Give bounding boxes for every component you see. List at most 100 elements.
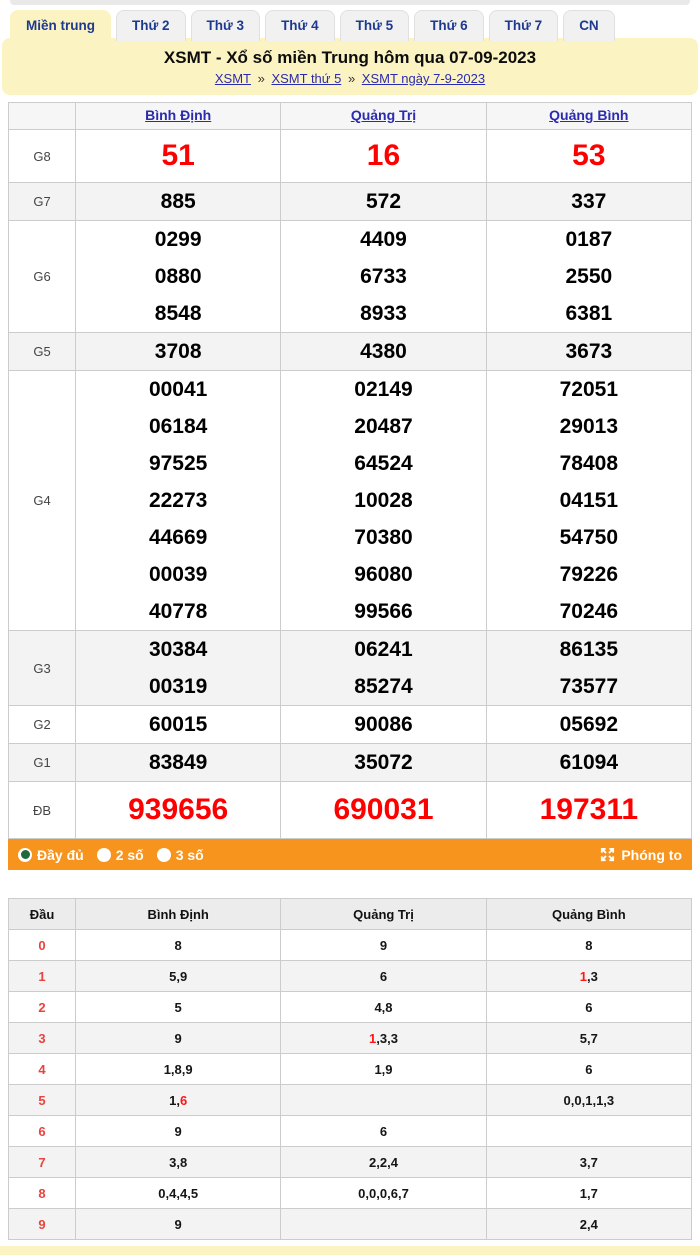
- prize-number: 3708: [76, 333, 280, 370]
- page-title: XSMT - Xổ số miền Trung hôm qua 07-09-20…: [2, 48, 698, 68]
- tail-head: 6: [9, 1116, 76, 1147]
- breadcrumb: XSMT » XSMT thứ 5 » XSMT ngày 7-9-2023: [2, 71, 698, 86]
- tab-thu-3[interactable]: Thứ 3: [191, 10, 261, 41]
- prize-row-g7: G7885572337: [9, 183, 692, 221]
- prize-number: 00041: [76, 371, 280, 408]
- tab-thu-7[interactable]: Thứ 7: [489, 10, 559, 41]
- breadcrumb-link[interactable]: XSMT thứ 5: [271, 71, 341, 86]
- prize-number: 690031: [281, 782, 485, 838]
- prize-number: 2550: [487, 258, 691, 295]
- tail-cell: 9: [76, 1023, 281, 1054]
- tab-thu-4[interactable]: Thứ 4: [265, 10, 335, 41]
- breadcrumb-link[interactable]: XSMT ngày 7-9-2023: [362, 71, 485, 86]
- prize-cell: 02149204876452410028703809608099566: [281, 371, 486, 631]
- prize-cell: 337: [486, 183, 691, 221]
- display-mode-3-so[interactable]: 3 số: [157, 847, 204, 863]
- header-banner: XSMT - Xổ số miền Trung hôm qua 07-09-20…: [2, 38, 698, 95]
- tails-table: ĐầuBình ĐịnhQuảng TrịQuảng Bình 089815,9…: [8, 898, 692, 1240]
- prize-cell: 90086: [281, 706, 486, 744]
- display-mode-group: Đầy đủ 2 số 3 số: [18, 847, 204, 863]
- tab-bar: Miền trungThứ 2Thứ 3Thứ 4Thứ 5Thứ 6Thứ 7…: [0, 5, 700, 41]
- tails-column-header: Đầu: [9, 899, 76, 930]
- prize-number: 60015: [76, 706, 280, 743]
- breadcrumb-link[interactable]: XSMT: [215, 71, 251, 86]
- prize-number: 78408: [487, 445, 691, 482]
- prize-cell: 53: [486, 130, 691, 183]
- tail-cell: 5: [76, 992, 281, 1023]
- prize-row-g2: G2600159008605692: [9, 706, 692, 744]
- prize-number: 30384: [76, 631, 280, 668]
- province-header-cell: Quảng Bình: [486, 103, 691, 130]
- tab-mien-trung[interactable]: Miền trung: [10, 10, 111, 41]
- tail-cell: 8: [76, 930, 281, 961]
- tail-cell: 6: [281, 1116, 486, 1147]
- display-mode-day-du[interactable]: Đầy đủ: [18, 847, 84, 863]
- breadcrumb-separator: »: [254, 71, 268, 86]
- tail-cell: 6: [486, 1054, 691, 1085]
- prize-cell: 83849: [76, 744, 281, 782]
- tab-cn[interactable]: CN: [563, 10, 615, 41]
- prize-cell: 3708: [76, 333, 281, 371]
- prize-number: 83849: [76, 744, 280, 781]
- prize-cell: 60015: [76, 706, 281, 744]
- prize-number: 572: [281, 183, 485, 220]
- prize-cell: 0624185274: [281, 631, 486, 706]
- prize-cell: 939656: [76, 782, 281, 839]
- zoom-button-label: Phóng to: [621, 847, 682, 863]
- tails-column-header: Quảng Trị: [281, 899, 486, 930]
- tail-cell: 4,8: [281, 992, 486, 1023]
- results-corner-cell: [9, 103, 76, 130]
- filter-bar: Đầy đủ 2 số 3 số Phóng to: [8, 839, 692, 870]
- zoom-button[interactable]: Phóng to: [600, 847, 682, 863]
- tail-cell: 5,7: [486, 1023, 691, 1054]
- prize-number: 0299: [76, 221, 280, 258]
- prize-number: 02149: [281, 371, 485, 408]
- results-header-row: Bình Định Quảng Trị Quảng Bình: [9, 103, 692, 130]
- prize-cell: 05692: [486, 706, 691, 744]
- tail-head: 2: [9, 992, 76, 1023]
- results-table-body: Bình Định Quảng Trị Quảng Bình G8511653G788…: [9, 103, 692, 839]
- prize-number: 64524: [281, 445, 485, 482]
- tab-thu-5[interactable]: Thứ 5: [340, 10, 410, 41]
- prize-number: 6381: [487, 295, 691, 332]
- tails-table-body: 089815,961,3254,86391,3,35,741,8,91,9651…: [9, 930, 692, 1240]
- province-link[interactable]: Quảng Trị: [351, 107, 416, 123]
- prize-number: 16: [281, 130, 485, 182]
- prize-cell: 018725506381: [486, 221, 691, 333]
- tail-cell: 0,0,1,1,3: [486, 1085, 691, 1116]
- tail-cell: 1,9: [281, 1054, 486, 1085]
- prize-number: 29013: [487, 408, 691, 445]
- prize-row-g4: G400041061849752522273446690003940778021…: [9, 371, 692, 631]
- prize-number: 06184: [76, 408, 280, 445]
- prize-number: 86135: [487, 631, 691, 668]
- tail-row: 51,60,0,1,1,3: [9, 1085, 692, 1116]
- prize-number: 40778: [76, 593, 280, 630]
- province-link[interactable]: Quảng Bình: [549, 107, 628, 123]
- prize-label: G7: [9, 183, 76, 221]
- tail-cell: 0,4,4,5: [76, 1178, 281, 1209]
- prize-cell: 440967338933: [281, 221, 486, 333]
- prize-number: 05692: [487, 706, 691, 743]
- prize-number: 70380: [281, 519, 485, 556]
- tab-thu-6[interactable]: Thứ 6: [414, 10, 484, 41]
- tail-cell: 1,8,9: [76, 1054, 281, 1085]
- radio-label: Đầy đủ: [37, 847, 84, 863]
- bottom-strip: [0, 1246, 700, 1255]
- tail-cell: 1,3: [486, 961, 691, 992]
- tail-cell: 8: [486, 930, 691, 961]
- prize-number: 61094: [487, 744, 691, 781]
- page: Miền trungThứ 2Thứ 3Thứ 4Thứ 5Thứ 6Thứ 7…: [0, 0, 700, 1255]
- prize-row-g8: G8511653: [9, 130, 692, 183]
- tail-cell: 9: [76, 1209, 281, 1240]
- display-mode-2-so[interactable]: 2 số: [97, 847, 144, 863]
- tail-cell: 0,0,0,6,7: [281, 1178, 486, 1209]
- prize-number: 54750: [487, 519, 691, 556]
- prize-label: G3: [9, 631, 76, 706]
- prize-number: 0187: [487, 221, 691, 258]
- prize-row-g5: G5370843803673: [9, 333, 692, 371]
- tab-thu-2[interactable]: Thứ 2: [116, 10, 186, 41]
- province-link[interactable]: Bình Định: [145, 107, 211, 123]
- tails-column-header: Bình Định: [76, 899, 281, 930]
- prize-label: G2: [9, 706, 76, 744]
- prize-cell: 51: [76, 130, 281, 183]
